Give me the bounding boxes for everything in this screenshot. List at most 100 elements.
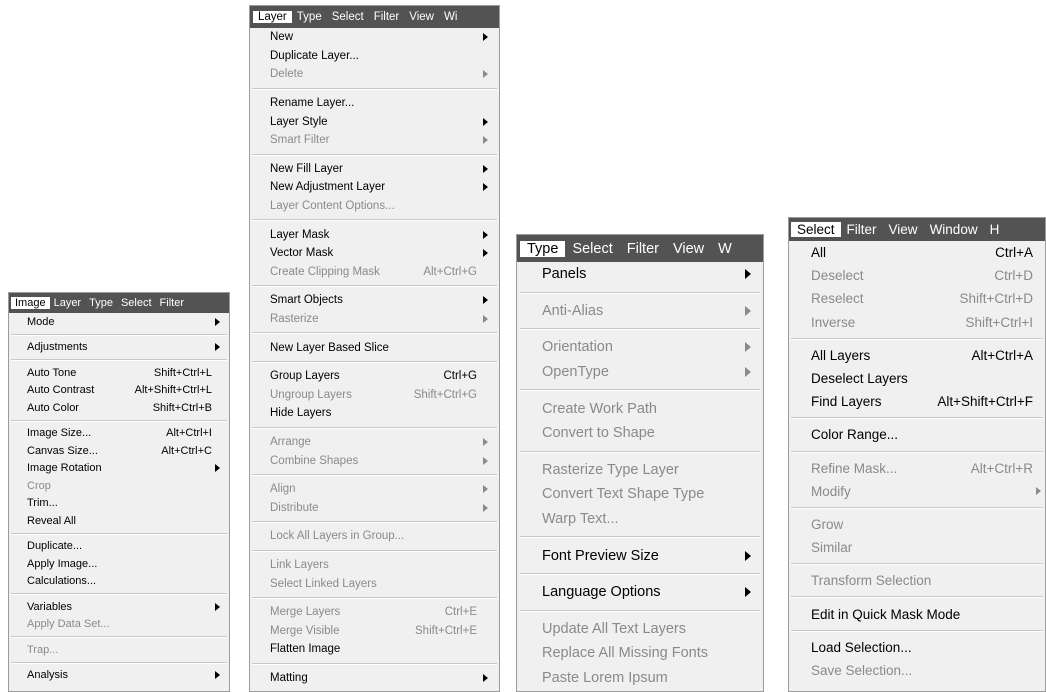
menu-item-label: Rasterize Type Layer [542, 461, 679, 478]
menu-item-label: Align [270, 483, 296, 496]
menu-item-calculations[interactable]: Calculations... [9, 573, 229, 591]
menu-item-load-selection[interactable]: Load Selection... [789, 636, 1045, 659]
menu-bar: Image Layer Type Select Filter [9, 293, 229, 313]
menu-item-canvas-size[interactable]: Canvas Size... Alt+Ctrl+C [9, 442, 229, 460]
menu-item-color-range[interactable]: Color Range... [789, 423, 1045, 446]
submenu-arrow-icon [215, 671, 220, 680]
menu-item-label: Find Layers [811, 394, 882, 410]
menu-item-auto-contrast[interactable]: Auto Contrast Alt+Shift+Ctrl+L [9, 382, 229, 400]
menubar-item-filter[interactable]: Filter [369, 11, 405, 23]
menu-item-analysis[interactable]: Analysis [9, 667, 229, 685]
menubar-item-view[interactable]: View [666, 241, 711, 257]
menu-item-language-options[interactable]: Language Options [517, 580, 763, 605]
menu-item-image-size[interactable]: Image Size... Alt+Ctrl+I [9, 425, 229, 443]
menu-item-label: Duplicate... [27, 540, 83, 553]
menu-item-smart-objects[interactable]: Smart Objects [250, 291, 499, 310]
menu-item-apply-image[interactable]: Apply Image... [9, 555, 229, 573]
menu-item-new-layer-based-slice[interactable]: New Layer Based Slice [250, 338, 499, 357]
menu-item-matting[interactable]: Matting [250, 669, 499, 688]
menu-item-label: Auto Tone [27, 366, 77, 379]
menu-item-label: Canvas Size... [27, 444, 98, 457]
menu-item-group-layers[interactable]: Group Layers Ctrl+G [250, 367, 499, 386]
menu-item-label: Rasterize [270, 313, 319, 326]
menubar-item-type[interactable]: Type [85, 297, 117, 309]
select-menu-panel: Select Filter View Window H All Ctrl+A Deselec… [788, 217, 1046, 692]
menu-item-trim[interactable]: Trim... [9, 495, 229, 513]
menu-separator [252, 473, 497, 476]
menu-item-combine-shapes: Combine Shapes [250, 451, 499, 470]
menu-item-label: Arrange [270, 435, 311, 448]
type-menu-panel: Type Select Filter View W Panels Anti-Alias Or… [516, 234, 764, 692]
menu-item-auto-tone[interactable]: Auto Tone Shift+Ctrl+L [9, 364, 229, 382]
menu-item-adjustments[interactable]: Adjustments [9, 339, 229, 357]
submenu-arrow-icon [483, 456, 488, 465]
menubar-item-type[interactable]: Type [292, 11, 327, 23]
menu-separator [252, 662, 497, 665]
submenu-arrow-icon [745, 587, 751, 598]
menu-item-duplicate-layer[interactable]: Duplicate Layer... [250, 47, 499, 66]
menu-separator [791, 450, 1043, 453]
menubar-item-filter[interactable]: Filter [156, 297, 188, 309]
menu-item-label: Analysis [27, 669, 68, 682]
menu-item-rename-layer[interactable]: Rename Layer... [250, 94, 499, 113]
menu-item-find-layers[interactable]: Find Layers Alt+Shift+Ctrl+F [789, 390, 1045, 413]
menubar-item-view[interactable]: View [404, 11, 439, 23]
menu-separator [11, 359, 227, 361]
menubar-item-select[interactable]: Select [117, 297, 156, 309]
menubar-item-type[interactable]: Type [520, 240, 566, 257]
menubar-item-layer[interactable]: Layer [50, 297, 86, 309]
menubar-item-filter[interactable]: Filter [620, 241, 666, 257]
menu-item-label: New Adjustment Layer [270, 181, 386, 194]
submenu-arrow-icon [483, 230, 488, 239]
menu-item-hide-layers[interactable]: Hide Layers [250, 404, 499, 423]
menubar-item-window[interactable]: Window [924, 222, 984, 237]
menu-item-new-adjustment-layer[interactable]: New Adjustment Layer [250, 178, 499, 197]
menubar-item-w[interactable]: W [711, 241, 739, 257]
menubar-item-filter[interactable]: Filter [841, 222, 883, 237]
menu-item-vector-mask[interactable]: Vector Mask [250, 244, 499, 263]
menu-item-layer-style[interactable]: Layer Style [250, 112, 499, 131]
menu-separator [252, 521, 497, 524]
menu-item-new[interactable]: New [250, 28, 499, 47]
menubar-item-layer[interactable]: Layer [253, 11, 292, 23]
menu-separator [11, 661, 227, 664]
menu-item-panels[interactable]: Panels [517, 262, 763, 287]
menubar-item-select[interactable]: Select [791, 222, 841, 237]
menu-item-flatten-image[interactable]: Flatten Image [250, 640, 499, 659]
image-menu-panel: Image Layer Type Select Filter Mode Adjustmen… [8, 292, 230, 692]
menu-item-layer-mask[interactable]: Layer Mask [250, 225, 499, 244]
menu-item-font-preview-size[interactable]: Font Preview Size [517, 543, 763, 568]
menu-item-all-layers[interactable]: All Layers Alt+Ctrl+A [789, 344, 1045, 367]
menubar-item-wi[interactable]: Wi [439, 11, 462, 23]
menu-item-label: Merge Visible [270, 624, 340, 637]
menubar-item-view[interactable]: View [883, 222, 924, 237]
menubar-item-h[interactable]: H [984, 222, 1006, 237]
menu-item-crop: Crop [9, 477, 229, 495]
menu-item-auto-color[interactable]: Auto Color Shift+Ctrl+B [9, 399, 229, 417]
submenu-arrow-icon [483, 183, 488, 192]
menubar-item-select[interactable]: Select [327, 11, 369, 23]
menu-item-duplicate[interactable]: Duplicate... [9, 538, 229, 556]
menu-item-label: Lock All Layers in Group... [270, 530, 405, 543]
menu-item-edit-in-quick-mask-mode[interactable]: Edit in Quick Mask Mode [789, 602, 1045, 625]
menu-item-variables[interactable]: Variables [9, 598, 229, 616]
menu-item-new-fill-layer[interactable]: New Fill Layer [250, 160, 499, 179]
menu-bar: Select Filter View Window H [789, 218, 1045, 241]
menu-item-modify: Modify [789, 480, 1045, 503]
shortcut-label: Alt+Ctrl+R [970, 460, 1033, 476]
menubar-item-image[interactable]: Image [11, 297, 50, 309]
menu-item-label: Distribute [270, 501, 319, 514]
menu-item-label: Save Selection... [811, 662, 913, 678]
submenu-arrow-icon [215, 343, 220, 352]
menu-item-reveal-all[interactable]: Reveal All [9, 512, 229, 530]
menubar-item-select[interactable]: Select [565, 241, 619, 257]
menu-item-mode[interactable]: Mode [9, 313, 229, 331]
menu-item-image-rotation[interactable]: Image Rotation [9, 460, 229, 478]
menu-item-replace-all-missing-fonts: Replace All Missing Fonts [517, 641, 763, 666]
menu-item-label: Transform Selection [811, 573, 932, 589]
menu-item-refine-mask: Refine Mask... Alt+Ctrl+R [789, 457, 1045, 480]
menu-item-deselect-layers[interactable]: Deselect Layers [789, 367, 1045, 390]
menu-item-label: Reselect [811, 291, 864, 307]
menu-item-all[interactable]: All Ctrl+A [789, 241, 1045, 264]
shortcut-label: Ctrl+G [443, 370, 477, 383]
